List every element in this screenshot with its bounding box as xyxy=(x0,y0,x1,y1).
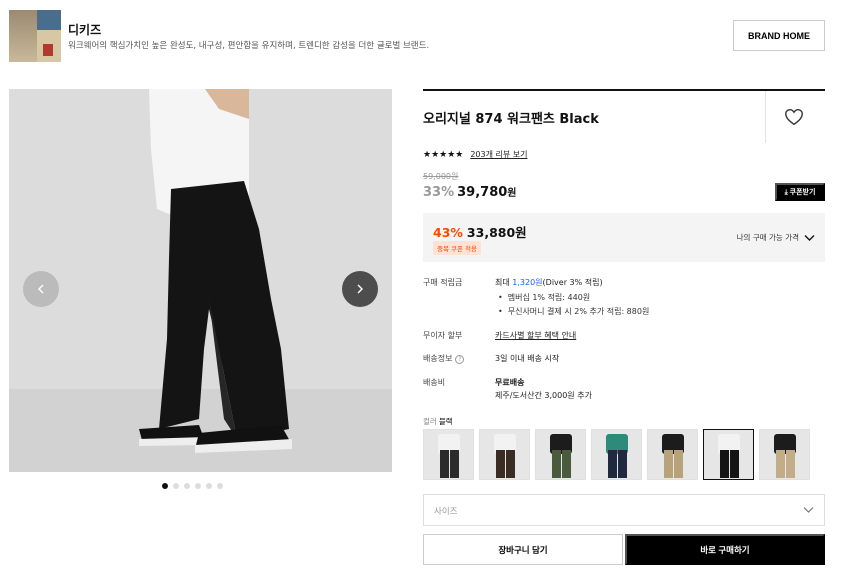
brand-logo[interactable] xyxy=(9,10,61,62)
swatch-pants-leg xyxy=(720,450,729,478)
color-swatch[interactable] xyxy=(423,429,474,480)
chevron-right-icon xyxy=(357,284,363,294)
best-price: 43% 33,880원 xyxy=(433,222,527,241)
color-swatch[interactable] xyxy=(703,429,754,480)
coupon-badge: 중복 쿠폰 적용 xyxy=(433,241,482,255)
gallery-pagination xyxy=(162,483,223,489)
installment-link[interactable]: 카드사별 할부 혜택 안내 xyxy=(495,330,576,341)
swatch-pants-leg xyxy=(776,450,785,478)
pagination-dot[interactable] xyxy=(195,483,201,489)
swatch-pants-leg xyxy=(608,450,617,478)
swatch-pants-leg xyxy=(496,450,505,478)
product-main-image xyxy=(9,89,392,472)
review-link[interactable]: 203개 리뷰 보기 xyxy=(470,149,527,160)
best-discount-rate: 43% xyxy=(433,225,463,240)
help-icon[interactable]: ? xyxy=(455,355,465,364)
swatch-pants-leg xyxy=(664,450,673,478)
swatch-pants-leg xyxy=(618,450,627,478)
brand-logo-tile xyxy=(43,44,53,56)
swatch-pants-leg xyxy=(674,450,683,478)
chevron-down-icon xyxy=(803,507,814,513)
brand-name[interactable]: 디키즈 xyxy=(68,21,101,38)
best-price-toggle-label: 나의 구매 가능 가격 xyxy=(736,233,799,242)
shipping-fee-label: 배송비 xyxy=(423,378,446,387)
original-price: 59,000원 xyxy=(423,172,459,181)
discount-rate: 33% xyxy=(423,185,455,200)
pagination-dot[interactable] xyxy=(206,483,212,489)
color-swatch[interactable] xyxy=(647,429,698,480)
brand-logo-tile xyxy=(9,10,37,62)
color-swatch[interactable] xyxy=(759,429,810,480)
product-title: 오리지널 874 워크팬츠 Black xyxy=(423,112,599,127)
points-amount: 1,320원 xyxy=(512,278,543,287)
points-prefix: 최대 xyxy=(495,278,513,287)
swatch-pants-leg xyxy=(730,450,739,478)
swatch-pants-leg xyxy=(450,450,459,478)
size-select-placeholder: 사이즈 xyxy=(434,507,458,517)
rating-row: ★★★★★ 203개 리뷰 보기 xyxy=(423,149,528,160)
best-price-toggle[interactable]: 나의 구매 가능 가격 xyxy=(737,232,815,243)
wishlist-button[interactable] xyxy=(783,106,805,128)
pagination-dot[interactable] xyxy=(162,483,168,489)
chevron-left-icon xyxy=(38,284,44,294)
product-image-gallery[interactable] xyxy=(9,89,392,472)
sale-price: 39,780 xyxy=(457,185,508,200)
swatch-pants-leg xyxy=(440,450,449,478)
swatch-pants-leg xyxy=(506,450,515,478)
title-divider xyxy=(765,91,766,143)
shipping-info-row-label: 배송정보? xyxy=(423,353,465,364)
currency-unit: 원 xyxy=(507,188,517,199)
color-swatches xyxy=(423,429,810,480)
shipping-info-label: 배송정보 xyxy=(423,354,453,363)
size-select[interactable]: 사이즈 xyxy=(423,494,825,526)
add-to-cart-button[interactable]: 장바구니 담기 xyxy=(423,534,623,565)
points-value: 최대 1,320원(Diver 3% 적립) xyxy=(495,277,603,288)
gallery-next-button[interactable] xyxy=(342,271,378,307)
best-price-amount: 33,880원 xyxy=(466,225,527,240)
installment-label: 무이자 할부 xyxy=(423,331,463,340)
shipping-fee-value: 무료배송 xyxy=(495,378,525,387)
swatch-pants-leg xyxy=(562,450,571,478)
pagination-dot[interactable] xyxy=(217,483,223,489)
color-label: 컬러 블랙 xyxy=(423,416,453,427)
pagination-dot[interactable] xyxy=(173,483,179,489)
best-price-box: 43% 33,880원 중복 쿠폰 적용 나의 구매 가능 가격 xyxy=(423,213,825,262)
brand-description: 워크웨어의 핵심가치인 높은 완성도, 내구성, 편안함을 유지하며, 트렌디한… xyxy=(68,41,430,51)
shipping-info-value: 3일 이내 배송 시작 xyxy=(495,354,560,363)
points-bullet: 멤버십 1% 적립: 440원 xyxy=(498,292,590,303)
color-swatch[interactable] xyxy=(479,429,530,480)
swatch-pants-leg xyxy=(552,450,561,478)
chevron-down-icon xyxy=(804,234,815,241)
brand-home-button[interactable]: BRAND HOME xyxy=(733,20,825,51)
buy-now-button[interactable]: 바로 구매하기 xyxy=(625,534,825,565)
rating-stars: ★★★★★ xyxy=(423,149,464,160)
pagination-dot[interactable] xyxy=(184,483,190,489)
brand-logo-tile xyxy=(37,10,61,30)
swatch-pants-leg xyxy=(786,450,795,478)
color-swatch[interactable] xyxy=(535,429,586,480)
points-bullet: 무신사머니 결제 시 2% 추가 적립: 880원 xyxy=(498,306,650,317)
shipping-fee-extra: 제주/도서산간 3,000원 추가 xyxy=(495,391,592,400)
price-row: 33% 39,780 원 xyxy=(423,184,517,200)
color-swatch[interactable] xyxy=(591,429,642,480)
color-label-text: 컬러 xyxy=(423,417,437,426)
selected-color: 블랙 xyxy=(438,417,453,426)
points-suffix: (Diver 3% 적립) xyxy=(542,278,603,287)
heart-icon xyxy=(785,108,803,126)
points-label: 구매 적립금 xyxy=(423,278,463,287)
gallery-prev-button[interactable] xyxy=(23,271,59,307)
coupon-download-button[interactable]: ⤓ 쿠폰받기 xyxy=(775,183,825,201)
